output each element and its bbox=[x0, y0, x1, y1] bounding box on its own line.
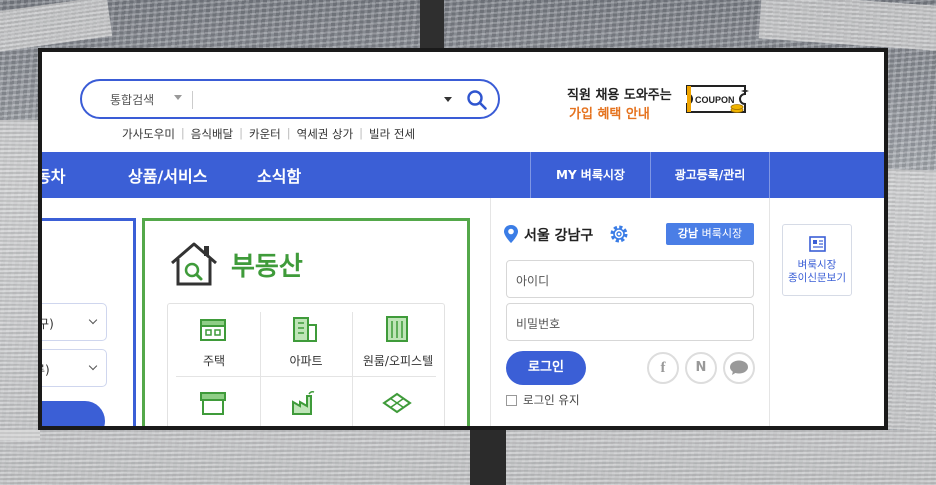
promo-line1: 직원 채용 도와주는 bbox=[567, 88, 672, 103]
real-estate-category-grid: 주택 아파트 원룸/오피스텔 bbox=[167, 303, 445, 426]
building-icon bbox=[386, 316, 408, 342]
gear-icon[interactable] bbox=[608, 223, 630, 245]
chevron-down-icon bbox=[88, 361, 98, 371]
nav-item-products[interactable]: 상품/서비스 bbox=[128, 163, 207, 187]
house-icon bbox=[200, 319, 226, 341]
district-select-value: /구) bbox=[38, 317, 54, 331]
promo-line2: 가입 혜택 안내 bbox=[569, 107, 650, 122]
keep-login-label: 로그인 유지 bbox=[523, 393, 580, 407]
id-field[interactable]: 아이디 bbox=[506, 260, 754, 298]
keyword-link[interactable]: 음식배달 bbox=[191, 126, 233, 142]
location-text: 서울 강남구 bbox=[524, 228, 594, 244]
nav-ad-manage[interactable]: 광고등록/관리 bbox=[650, 152, 770, 198]
local-market-button[interactable]: 강남 벼룩시장 bbox=[666, 223, 754, 245]
login-panel: 서울 강남구 강남 벼룩시장 아이디 비밀번호 로그인 f N 로그인 유지 bbox=[490, 198, 770, 426]
nav-item-news[interactable]: 소식함 bbox=[257, 163, 301, 187]
nav-item-car[interactable]: 동차 bbox=[42, 163, 65, 187]
paper-button-line2: 종이신문보기 bbox=[788, 272, 846, 284]
store-icon bbox=[200, 392, 226, 415]
location-pin-icon bbox=[504, 225, 518, 243]
paper-newspaper-button[interactable]: 벼룩시장 종이신문보기 bbox=[782, 224, 852, 296]
category-label: 원룸/오피스텔 bbox=[362, 354, 434, 368]
facebook-login-icon[interactable]: f bbox=[647, 352, 679, 384]
keyword-link[interactable]: 가사도우미 bbox=[122, 126, 175, 142]
keyword-link[interactable]: 역세권 상가 bbox=[297, 126, 354, 142]
category-label: 주택 bbox=[202, 354, 226, 368]
category-oneroom-officetel[interactable]: 원룸/오피스텔 bbox=[352, 304, 444, 376]
category-factory[interactable] bbox=[260, 378, 352, 426]
factory-icon bbox=[292, 391, 315, 415]
category-land[interactable] bbox=[352, 378, 444, 426]
category-house[interactable]: 주택 bbox=[168, 304, 260, 376]
real-estate-panel: 부동산 주택 아파트 원룸/오피스텔 bbox=[142, 218, 470, 426]
search-category-select[interactable]: 통합검색 bbox=[110, 91, 154, 108]
keyword-link[interactable]: 카운터 bbox=[249, 126, 281, 142]
nav-my-market[interactable]: MY 벼룩시장 bbox=[530, 152, 650, 198]
search-category-arrow-icon[interactable] bbox=[174, 95, 182, 100]
newspaper-icon bbox=[809, 236, 826, 252]
apartment-icon bbox=[293, 317, 317, 342]
chat-bubble-icon bbox=[730, 360, 748, 375]
left-search-button[interactable] bbox=[42, 401, 105, 426]
search-bar: 통합검색 bbox=[80, 79, 500, 119]
chevron-down-icon bbox=[88, 315, 98, 325]
coupon-label: COUPON bbox=[695, 95, 735, 105]
password-placeholder: 비밀번호 bbox=[516, 317, 561, 331]
website-frame: 통합검색 가사도우미 | 음식배달 | 카운터 | 역세권 상가 | 빌라 전세… bbox=[38, 48, 888, 430]
header: 통합검색 가사도우미 | 음식배달 | 카운터 | 역세권 상가 | 빌라 전세… bbox=[42, 52, 884, 152]
type-select[interactable]: 류) bbox=[42, 349, 107, 387]
naver-login-icon[interactable]: N bbox=[685, 352, 717, 384]
left-search-panel: /구) 류) bbox=[38, 218, 136, 426]
main-content: /구) 류) 부동산 bbox=[42, 198, 884, 426]
real-estate-title: 부동산 bbox=[231, 252, 303, 282]
id-placeholder: 아이디 bbox=[516, 274, 550, 288]
house-search-icon bbox=[171, 242, 217, 286]
category-store[interactable] bbox=[168, 378, 260, 426]
search-dropdown-arrow-icon[interactable] bbox=[444, 97, 452, 102]
kakao-login-icon[interactable] bbox=[723, 352, 755, 384]
keep-login-checkbox[interactable] bbox=[506, 394, 517, 406]
coupon-icon: COUPON bbox=[686, 85, 749, 113]
market-prefix: 강남 bbox=[677, 227, 699, 240]
district-select[interactable]: /구) bbox=[38, 303, 107, 341]
market-suffix: 벼룩시장 bbox=[701, 227, 743, 240]
type-select-value: 류) bbox=[42, 363, 50, 377]
category-apartment[interactable]: 아파트 bbox=[260, 304, 352, 376]
main-navbar: 동차 상품/서비스 소식함 MY 벼룩시장 광고등록/관리 bbox=[42, 152, 884, 198]
keyword-link[interactable]: 빌라 전세 bbox=[369, 126, 415, 142]
login-button[interactable]: 로그인 bbox=[506, 351, 586, 385]
popular-keywords: 가사도우미 | 음식배달 | 카운터 | 역세권 상가 | 빌라 전세 bbox=[122, 126, 416, 142]
promo-banner[interactable]: 직원 채용 도와주는 가입 혜택 안내 COUPON bbox=[567, 82, 767, 126]
search-icon[interactable] bbox=[466, 89, 488, 111]
search-divider bbox=[192, 91, 193, 109]
keep-login[interactable]: 로그인 유지 bbox=[506, 392, 580, 408]
category-label: 아파트 bbox=[289, 354, 323, 368]
land-icon bbox=[382, 392, 412, 414]
search-input[interactable] bbox=[198, 88, 428, 112]
password-field[interactable]: 비밀번호 bbox=[506, 303, 754, 341]
